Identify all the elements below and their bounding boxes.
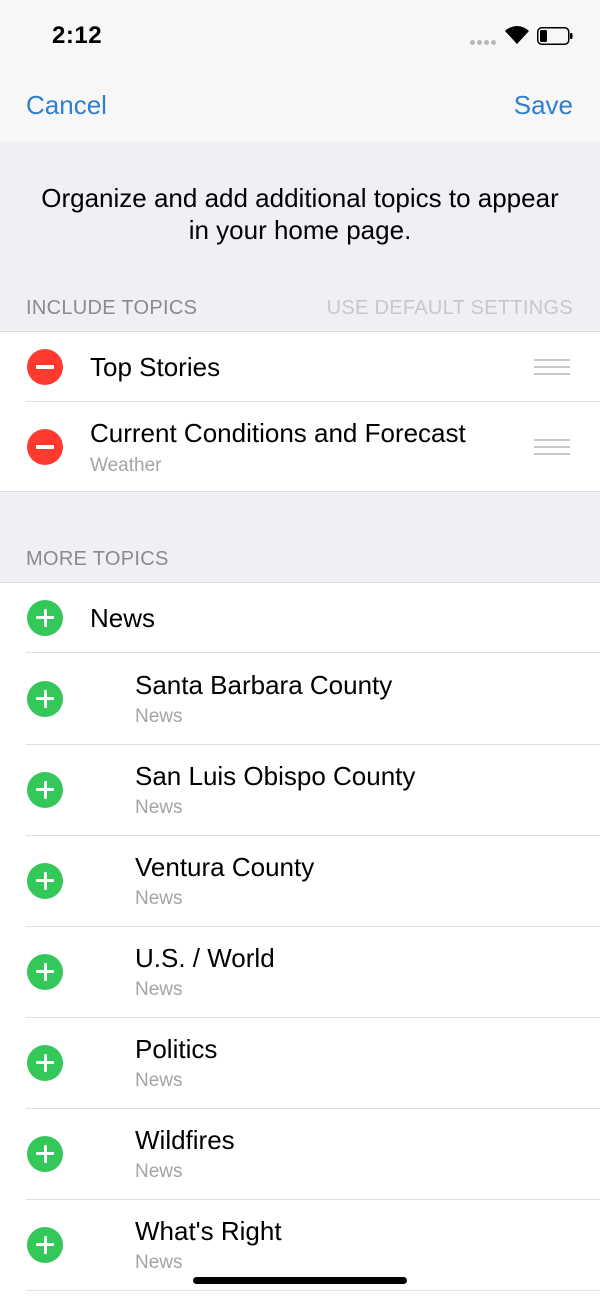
topic-title: Ventura County xyxy=(135,852,315,882)
topic-row-politics[interactable]: Politics News xyxy=(0,1017,600,1108)
topic-subtitle: News xyxy=(135,979,183,1000)
add-icon[interactable] xyxy=(27,1227,63,1263)
topic-title: Politics xyxy=(135,1034,218,1064)
home-indicator[interactable] xyxy=(193,1277,407,1284)
topic-row-ventura-county[interactable]: Ventura County News xyxy=(0,835,600,926)
more-topics-list: News Santa Barbara County News San Luis … xyxy=(0,582,600,1313)
use-default-settings-button[interactable]: USE DEFAULT SETTINGS xyxy=(327,297,573,320)
signal-icon xyxy=(470,40,498,46)
topic-row-santa-barbara-county[interactable]: Santa Barbara County News xyxy=(0,653,600,744)
topic-row-us-world[interactable]: U.S. / World News xyxy=(0,926,600,1017)
topic-subtitle: Weather xyxy=(90,455,162,476)
divider xyxy=(26,1290,600,1291)
topic-title: What's Right xyxy=(135,1216,282,1246)
battery-icon xyxy=(537,27,573,45)
add-icon[interactable] xyxy=(27,954,63,990)
topic-subtitle: News xyxy=(135,1161,183,1182)
add-icon[interactable] xyxy=(27,681,63,717)
topic-row-san-luis-obispo-county[interactable]: San Luis Obispo County News xyxy=(0,744,600,835)
include-topics-list: Top Stories Current Conditions and Forec… xyxy=(0,331,600,492)
add-icon[interactable] xyxy=(27,600,63,636)
save-button[interactable]: Save xyxy=(514,90,573,121)
topic-row-top-stories[interactable]: Top Stories xyxy=(0,332,600,401)
status-bar: 2:12 xyxy=(0,0,600,72)
add-icon[interactable] xyxy=(27,1136,63,1172)
topic-subtitle: News xyxy=(135,797,183,818)
topic-title: Santa Barbara County xyxy=(135,670,393,700)
topic-title: U.S. / World xyxy=(135,943,275,973)
reorder-handle-icon[interactable] xyxy=(534,439,570,455)
add-icon[interactable] xyxy=(27,772,63,808)
topic-title: News xyxy=(90,603,156,633)
wifi-icon xyxy=(505,26,529,44)
topic-subtitle: News xyxy=(135,888,183,909)
status-time: 2:12 xyxy=(52,22,103,49)
topic-subtitle: News xyxy=(135,1070,183,1091)
more-topics-header: MORE TOPICS xyxy=(26,548,169,570)
remove-icon[interactable] xyxy=(27,429,63,465)
topic-title: Top Stories xyxy=(90,352,221,382)
include-topics-header: INCLUDE TOPICS xyxy=(26,297,198,319)
topic-title: San Luis Obispo County xyxy=(135,761,416,791)
intro-text: Organize and add additional topics to ap… xyxy=(41,183,559,245)
add-icon[interactable] xyxy=(27,1045,63,1081)
topic-subtitle: News xyxy=(135,706,183,727)
remove-icon[interactable] xyxy=(27,349,63,385)
topic-title: Current Conditions and Forecast xyxy=(90,418,466,448)
topic-subtitle: News xyxy=(135,1252,183,1273)
topic-row-news[interactable]: News xyxy=(0,583,600,652)
add-icon[interactable] xyxy=(27,863,63,899)
topic-title: Wildfires xyxy=(135,1125,235,1155)
nav-bar: Cancel Save xyxy=(0,72,600,142)
reorder-handle-icon[interactable] xyxy=(534,359,570,375)
topic-row-current-conditions[interactable]: Current Conditions and Forecast Weather xyxy=(0,402,600,491)
cancel-button[interactable]: Cancel xyxy=(26,90,107,121)
topic-row-wildfires[interactable]: Wildfires News xyxy=(0,1108,600,1199)
